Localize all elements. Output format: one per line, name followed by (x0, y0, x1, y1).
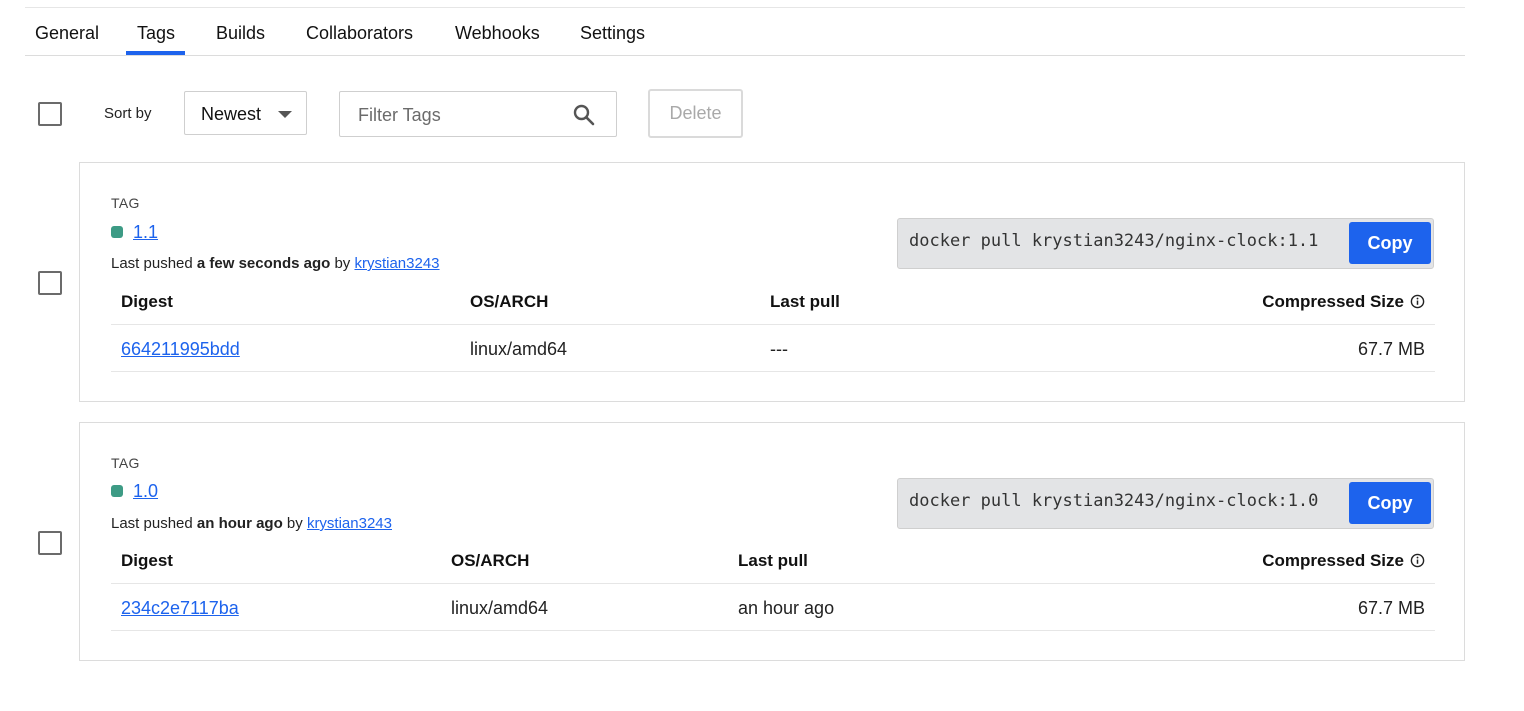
osarch-value: linux/amd64 (451, 598, 549, 618)
pushed-by: by (286, 515, 303, 532)
copy-button[interactable]: Copy (1349, 482, 1431, 524)
tab-general[interactable]: General (35, 8, 99, 55)
pushed-prefix: Last pushed (111, 515, 193, 532)
col-last-pull: Last pull (770, 292, 840, 311)
last-pushed-info: Last pushed a few seconds ago by krystia… (111, 255, 440, 272)
tag-card: TAG 1.1 Last pushed a few seconds ago by… (79, 162, 1465, 402)
last-pushed-info: Last pushed an hour ago by krystian3243 (111, 515, 392, 532)
col-size-label: Compressed Size (1262, 292, 1404, 311)
col-digest: Digest (121, 292, 173, 311)
digest-link[interactable]: 664211995bdd (121, 339, 240, 360)
delete-button[interactable]: Delete (648, 89, 743, 138)
col-osarch: OS/ARCH (451, 551, 530, 570)
col-compressed-size: Compressed Size (1262, 551, 1425, 571)
tag-name-link[interactable]: 1.1 (133, 222, 158, 243)
tag-section-label: TAG (111, 195, 140, 211)
info-icon[interactable] (1410, 294, 1425, 309)
digest-table: Digest OS/ARCH Last pull Compressed Size… (111, 537, 1435, 631)
tag-row-checkbox[interactable] (38, 531, 62, 555)
search-icon[interactable] (572, 103, 596, 127)
col-osarch: OS/ARCH (470, 292, 549, 311)
pushed-time: an hour ago (196, 515, 283, 532)
repo-tabs: General Tags Builds Collaborators Webhoo… (25, 8, 1465, 56)
user-link[interactable]: krystian3243 (354, 255, 439, 272)
pull-command-box: docker pull krystian3243/nginx-clock:1.1… (897, 218, 1434, 269)
pull-command-text[interactable]: docker pull krystian3243/nginx-clock:1.1 (909, 231, 1343, 251)
user-link[interactable]: krystian3243 (307, 515, 392, 532)
sort-select[interactable]: Newest (184, 91, 307, 135)
copy-button[interactable]: Copy (1349, 222, 1431, 264)
pull-command-box: docker pull krystian3243/nginx-clock:1.0… (897, 478, 1434, 529)
tag-section-label: TAG (111, 455, 140, 471)
size-value: 67.7 MB (1357, 339, 1425, 359)
filter-tags-field[interactable] (339, 91, 617, 137)
pushed-time: a few seconds ago (196, 255, 331, 272)
table-header: Digest OS/ARCH Last pull Compressed Size (111, 537, 1435, 584)
pushed-prefix: Last pushed (111, 255, 193, 272)
table-row: 234c2e7117ba linux/amd64 an hour ago 67.… (111, 584, 1435, 631)
tab-settings[interactable]: Settings (580, 8, 645, 55)
col-size-label: Compressed Size (1262, 551, 1404, 570)
tag-status-icon (111, 485, 123, 497)
select-all-checkbox[interactable] (38, 102, 62, 126)
tag-name-link[interactable]: 1.0 (133, 481, 158, 502)
col-compressed-size: Compressed Size (1262, 292, 1425, 312)
info-icon[interactable] (1410, 553, 1425, 568)
tab-tags[interactable]: Tags (125, 8, 186, 55)
tag-status-icon (111, 226, 123, 238)
table-row: 664211995bdd linux/amd64 --- 67.7 MB (111, 325, 1435, 372)
col-digest: Digest (121, 551, 173, 570)
pushed-by: by (334, 255, 351, 272)
last-pull-value: an hour ago (738, 598, 835, 618)
pull-command-text[interactable]: docker pull krystian3243/nginx-clock:1.0 (909, 491, 1343, 511)
table-header: Digest OS/ARCH Last pull Compressed Size (111, 278, 1435, 325)
tab-builds[interactable]: Builds (216, 8, 265, 55)
last-pull-value: --- (770, 339, 788, 359)
tab-collaborators[interactable]: Collaborators (306, 8, 413, 55)
tag-card: TAG 1.0 Last pushed an hour ago by kryst… (79, 422, 1465, 661)
sort-by-label: Sort by (104, 105, 152, 122)
tag-row-checkbox[interactable] (38, 271, 62, 295)
osarch-value: linux/amd64 (470, 339, 568, 359)
digest-link[interactable]: 234c2e7117ba (121, 598, 239, 619)
filter-tags-input[interactable] (356, 102, 560, 128)
col-last-pull: Last pull (738, 551, 808, 570)
tab-webhooks[interactable]: Webhooks (455, 8, 540, 55)
chevron-down-icon (278, 111, 292, 118)
sort-select-value: Newest (201, 104, 262, 124)
size-value: 67.7 MB (1357, 598, 1425, 618)
digest-table: Digest OS/ARCH Last pull Compressed Size… (111, 278, 1435, 372)
